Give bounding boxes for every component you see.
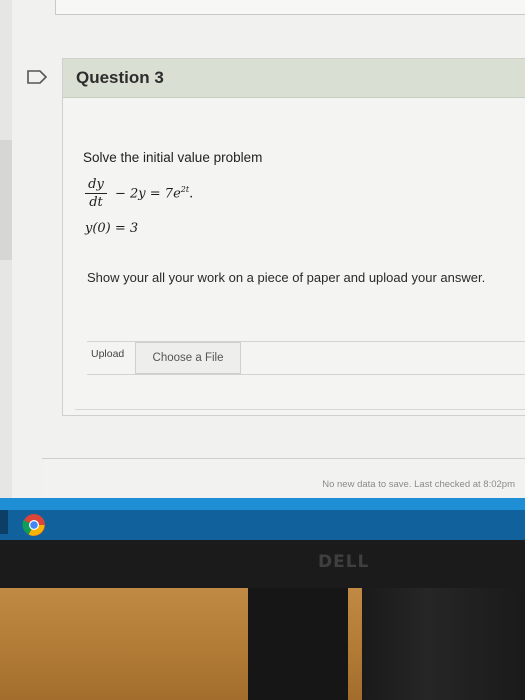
monitor-bezel <box>0 540 525 588</box>
question-header: Question 3 <box>63 59 525 98</box>
monitor-brand-logo: DELL <box>318 552 370 572</box>
browser-screen: Question 3 Solve the initial value probl… <box>0 0 525 498</box>
equation-body: − 2y = 7e <box>115 186 181 202</box>
question-title: Question 3 <box>76 68 164 87</box>
left-gutter <box>0 0 12 498</box>
derivative-fraction: dy dt <box>85 177 107 210</box>
initial-condition: y(0) = 3 <box>85 221 139 236</box>
question-prompt: Solve the initial value problem <box>83 150 263 165</box>
taskbar <box>0 498 525 540</box>
question-instructions: Show your all your work on a piece of pa… <box>87 270 486 285</box>
card-divider <box>75 409 525 410</box>
monitor-base-shadow <box>362 588 525 700</box>
previous-question-edge <box>55 0 525 15</box>
equation-period: . <box>189 186 194 202</box>
monitor-stand <box>248 588 348 700</box>
fraction-denominator: dt <box>89 195 103 210</box>
chrome-icon[interactable] <box>22 513 46 537</box>
upload-label: Upload <box>91 348 125 360</box>
upload-row: Upload Choose a File <box>87 341 525 375</box>
taskbar-active-app[interactable] <box>0 510 8 534</box>
save-status-text: No new data to save. Last checked at 8:0… <box>322 479 515 490</box>
equation-rest: − 2y = 7e2t. <box>115 185 193 201</box>
choose-file-button[interactable]: Choose a File <box>135 342 241 374</box>
equation-exponent: 2t <box>180 185 190 194</box>
fraction-numerator: dy <box>88 177 104 192</box>
flag-question-icon[interactable] <box>26 69 48 85</box>
question-card: Question 3 Solve the initial value probl… <box>62 58 525 416</box>
save-status-bar: No new data to save. Last checked at 8:0… <box>42 458 525 497</box>
